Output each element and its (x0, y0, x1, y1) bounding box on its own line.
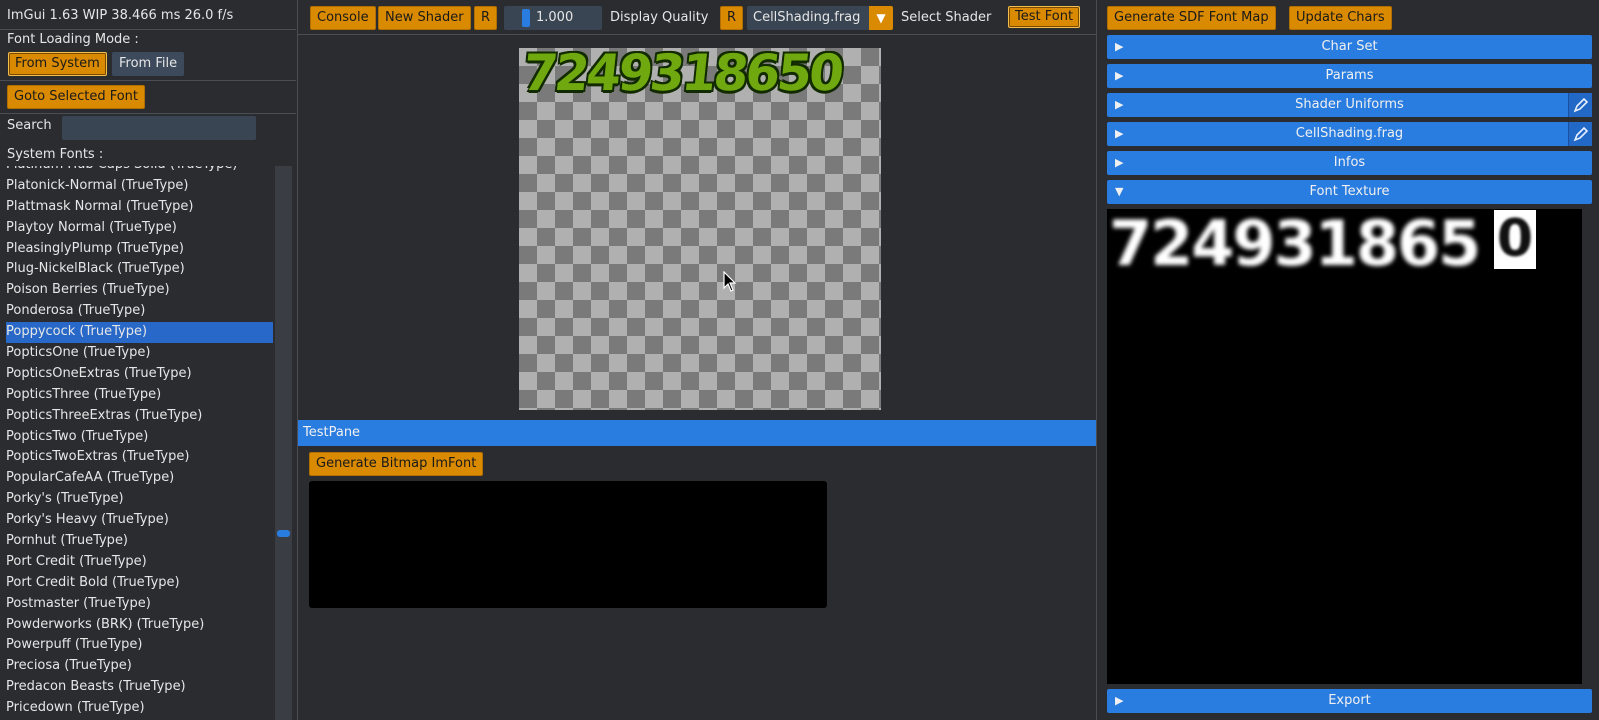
font-list-item[interactable]: PopularCafeAA (TrueType) (6, 468, 273, 489)
search-label: Search (7, 118, 52, 133)
shader-combo-value: CellShading.frag (753, 10, 861, 25)
section-label: CellShading.frag (1295, 126, 1404, 141)
pencil-icon[interactable] (1568, 93, 1592, 117)
font-list-item[interactable]: PopticsThree (TrueType) (6, 385, 273, 406)
font-list-item[interactable]: Ponderosa (TrueType) (6, 301, 273, 322)
section-label: Shader Uniforms (1295, 97, 1404, 112)
testpane-title-bar[interactable]: TestPane (298, 420, 1096, 446)
font-list-item[interactable]: PopticsOneExtras (TrueType) (6, 364, 273, 385)
bitmap-output-area (309, 481, 827, 608)
section-infos[interactable]: ▶ Infos (1107, 151, 1592, 175)
caret-right-icon: ▶ (1115, 40, 1124, 53)
font-list-item[interactable]: Poison Berries (TrueType) (6, 280, 273, 301)
font-loading-mode-label: Font Loading Mode : (7, 32, 139, 47)
font-list-item[interactable]: Playtoy Normal (TrueType) (6, 218, 273, 239)
font-list-item[interactable]: Platonick-Normal (TrueType) (6, 176, 273, 197)
generate-sdf-font-map-button[interactable]: Generate SDF Font Map (1107, 6, 1276, 30)
new-shader-button[interactable]: New Shader (378, 6, 471, 30)
select-shader-label: Select Shader (901, 10, 992, 25)
test-font-button[interactable]: Test Font (1008, 6, 1081, 28)
reset-quality-button[interactable]: R (720, 6, 744, 30)
section-shader-uniforms[interactable]: ▶ Shader Uniforms (1107, 93, 1592, 117)
system-fonts-label: System Fonts : (7, 147, 104, 162)
font-selector-panel: ImGui 1.63 WIP 38.466 ms 26.0 f/s Font L… (0, 0, 296, 720)
shader-combo[interactable]: CellShading.frag ▼ (747, 6, 893, 30)
shader-preview-panel: Console New Shader R 1.000 Display Quali… (297, 0, 1097, 720)
divider (298, 34, 1096, 35)
texture-glyphs: 724931865 (1109, 207, 1481, 280)
section-label: Export (1328, 693, 1371, 708)
display-quality-label: Display Quality (610, 10, 709, 25)
divider (0, 29, 296, 30)
section-font-texture[interactable]: ▼ Font Texture (1107, 180, 1592, 204)
from-system-button[interactable]: From System (8, 52, 107, 76)
font-list-item[interactable]: Porky's Heavy (TrueType) (6, 510, 273, 531)
font-list-item[interactable]: PopticsTwo (TrueType) (6, 427, 273, 448)
section-export[interactable]: ▶ Export (1107, 689, 1592, 713)
from-file-button[interactable]: From File (112, 52, 185, 76)
caret-right-icon: ▶ (1115, 156, 1124, 169)
caret-down-icon: ▼ (1115, 185, 1124, 198)
reset-button[interactable]: R (474, 6, 498, 30)
font-list-item[interactable]: Postmaster (TrueType) (6, 594, 273, 615)
font-texture-image: 724931865 0 (1107, 207, 1582, 684)
system-font-list[interactable]: Platinum Hub Caps Solid (TrueType) Plato… (6, 166, 273, 720)
console-button[interactable]: Console (310, 6, 376, 30)
shader-preview-canvas[interactable]: 7249318650 (519, 44, 881, 410)
goto-selected-font-button[interactable]: Goto Selected Font (7, 85, 146, 109)
font-list-item[interactable]: Plattmask Normal (TrueType) (6, 197, 273, 218)
section-label: Params (1325, 68, 1374, 83)
font-list-item[interactable]: Pornhut (TrueType) (6, 531, 273, 552)
generate-bitmap-imfont-button[interactable]: Generate Bitmap ImFont (309, 452, 484, 476)
pencil-icon[interactable] (1568, 122, 1592, 146)
section-params[interactable]: ▶ Params (1107, 64, 1592, 88)
section-label: Font Texture (1309, 184, 1390, 199)
texture-selected-glyph: 0 (1494, 210, 1536, 269)
font-list-item[interactable]: PleasinglyPlump (TrueType) (6, 239, 273, 260)
preview-text: 7249318650 (519, 44, 844, 102)
status-text: ImGui 1.63 WIP 38.466 ms 26.0 f/s (7, 8, 234, 23)
mouse-cursor-icon (723, 271, 737, 292)
caret-right-icon: ▶ (1115, 127, 1124, 140)
font-list-item[interactable]: PopticsThreeExtras (TrueType) (6, 406, 273, 427)
scrollbar-thumb[interactable] (277, 530, 290, 537)
font-list-item[interactable]: PopticsTwoExtras (TrueType) (6, 447, 273, 468)
texture-selected-glyph-char: 0 (1496, 209, 1534, 269)
font-list-item[interactable]: Platinum Hub Caps Solid (TrueType) (6, 166, 273, 176)
caret-right-icon: ▶ (1115, 98, 1124, 111)
font-list-scrollbar[interactable] (275, 166, 292, 720)
chevron-down-icon[interactable]: ▼ (869, 6, 893, 30)
divider (0, 113, 296, 114)
display-quality-slider[interactable]: 1.000 (504, 6, 602, 30)
section-cellshading-frag[interactable]: ▶ CellShading.frag (1107, 122, 1592, 146)
caret-right-icon: ▶ (1115, 69, 1124, 82)
font-map-panel: Generate SDF Font Map Update Chars ▶ Cha… (1099, 0, 1599, 720)
divider (0, 80, 296, 81)
section-label: Char Set (1321, 39, 1378, 54)
font-list-item[interactable]: Port Credit (TrueType) (6, 552, 273, 573)
font-list-item[interactable]: Port Credit Bold (TrueType) (6, 573, 273, 594)
font-list-item[interactable]: Powerpuff (TrueType) (6, 635, 273, 656)
caret-right-icon: ▶ (1115, 694, 1124, 707)
slider-grab[interactable] (522, 9, 530, 27)
font-list-item[interactable]: Porky's (TrueType) (6, 489, 273, 510)
section-char-set[interactable]: ▶ Char Set (1107, 35, 1592, 59)
font-list-item[interactable]: PopticsOne (TrueType) (6, 343, 273, 364)
font-list-item[interactable]: Plug-NickelBlack (TrueType) (6, 259, 273, 280)
section-label: Infos (1333, 155, 1366, 170)
font-list-item-selected[interactable]: Poppycock (TrueType) (6, 322, 273, 344)
font-list-item[interactable]: Preciosa (TrueType) (6, 656, 273, 677)
font-list-item[interactable]: Powderworks (BRK) (TrueType) (6, 615, 273, 636)
font-list-item[interactable]: Pricedown (TrueType) (6, 698, 273, 719)
search-input[interactable] (62, 116, 256, 140)
font-list-item[interactable]: Predacon Beasts (TrueType) (6, 677, 273, 698)
slider-value: 1.000 (536, 10, 574, 25)
update-chars-button[interactable]: Update Chars (1289, 6, 1392, 30)
